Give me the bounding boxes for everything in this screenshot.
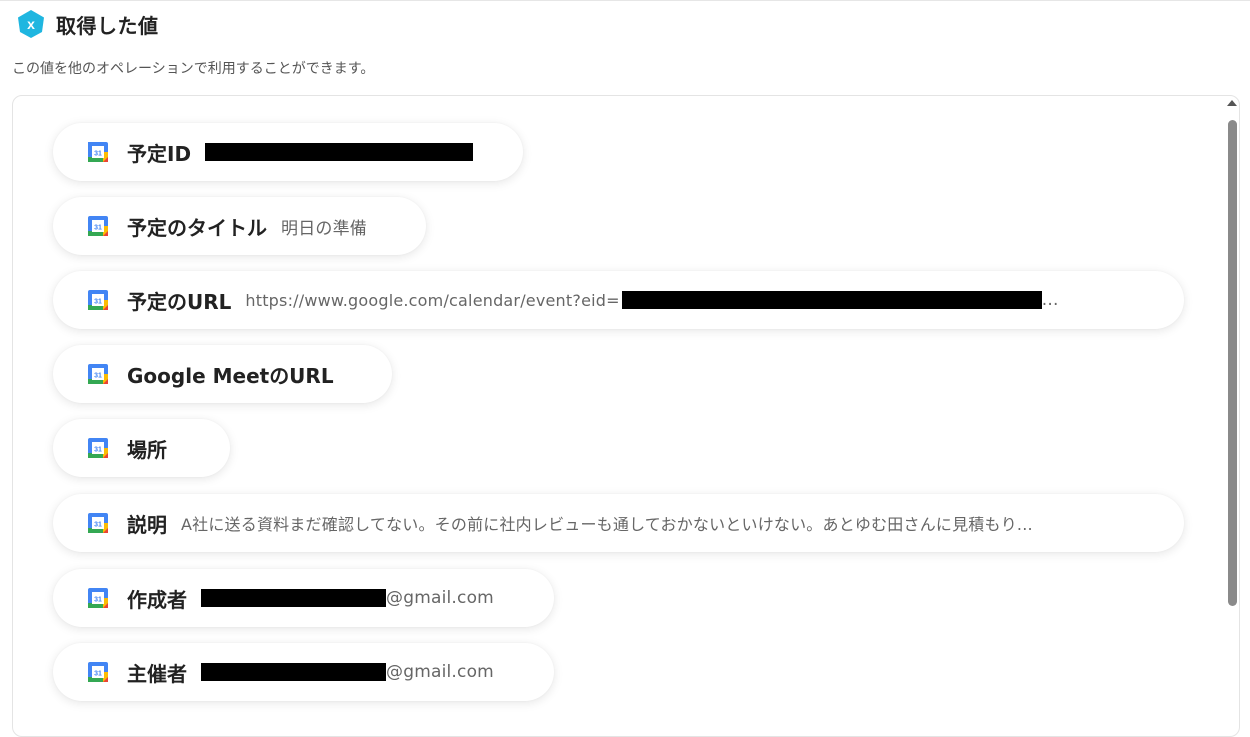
- redacted-value: [201, 589, 386, 607]
- svg-text:31: 31: [94, 671, 102, 678]
- google-calendar-icon: 31: [88, 662, 108, 682]
- section-header: x 取得した値: [16, 8, 159, 40]
- svg-text:31: 31: [94, 597, 102, 604]
- google-calendar-icon: 31: [88, 438, 108, 458]
- value-item-event-title[interactable]: 31 予定のタイトル 明日の準備: [53, 197, 426, 255]
- top-border: [0, 0, 1250, 1]
- item-label: 説明: [127, 512, 167, 537]
- value-item-event-id[interactable]: 31 予定ID: [53, 123, 523, 181]
- svg-text:31: 31: [94, 299, 102, 306]
- item-label: 場所: [127, 437, 167, 462]
- item-value: https://www.google.com/calendar/event?ei…: [245, 290, 1058, 310]
- item-value: @gmail.com: [201, 588, 494, 608]
- section-description: この値を他のオペレーションで利用することができます。: [12, 61, 375, 77]
- item-value: 明日の準備: [281, 218, 367, 239]
- section-title: 取得した値: [56, 13, 159, 38]
- svg-text:31: 31: [94, 522, 102, 529]
- value-item-description[interactable]: 31 説明 A社に送る資料まだ確認してない。その前に社内レビューも通しておかない…: [53, 494, 1184, 552]
- item-value: @gmail.com: [201, 662, 494, 682]
- google-calendar-icon: 31: [88, 513, 108, 533]
- url-prefix: https://www.google.com/calendar/event?ei…: [245, 290, 620, 310]
- redacted-value: [621, 291, 1042, 309]
- email-domain: @gmail.com: [386, 588, 494, 608]
- google-calendar-icon: 31: [88, 142, 108, 162]
- url-ellipsis: ...: [1041, 290, 1059, 310]
- scroll-up-arrow-icon[interactable]: [1227, 100, 1237, 106]
- redacted-value: [201, 663, 386, 681]
- yoom-logo-icon: x: [16, 9, 46, 39]
- value-item-organizer[interactable]: 31 主催者 @gmail.com: [53, 643, 554, 701]
- item-label: 予定ID: [127, 141, 192, 166]
- svg-text:31: 31: [94, 225, 102, 232]
- svg-text:31: 31: [94, 447, 102, 454]
- redacted-value: [205, 143, 474, 161]
- value-item-meet-url[interactable]: 31 Google MeetのURL: [53, 345, 392, 403]
- email-domain: @gmail.com: [386, 662, 494, 682]
- value-item-location[interactable]: 31 場所: [53, 419, 230, 477]
- item-label: 予定のURL: [127, 289, 232, 314]
- google-calendar-icon: 31: [88, 290, 108, 310]
- svg-text:x: x: [27, 16, 35, 32]
- google-calendar-icon: 31: [88, 364, 108, 384]
- svg-text:31: 31: [94, 151, 102, 158]
- google-calendar-icon: 31: [88, 588, 108, 608]
- scrollbar-thumb[interactable]: [1228, 120, 1237, 606]
- value-item-creator[interactable]: 31 作成者 @gmail.com: [53, 569, 554, 627]
- item-label: 予定のタイトル: [127, 215, 267, 240]
- item-label: 主催者: [127, 661, 187, 686]
- value-item-event-url[interactable]: 31 予定のURL https://www.google.com/calenda…: [53, 271, 1184, 329]
- values-panel[interactable]: 31 予定ID 31 予定のタイトル 明日の準備 31 予定のURL https…: [12, 95, 1240, 737]
- google-calendar-icon: 31: [88, 216, 108, 236]
- item-label: Google MeetのURL: [127, 363, 334, 388]
- item-value: A社に送る資料まだ確認してない。その前に社内レビューも通しておかないといけない。…: [181, 515, 1033, 534]
- item-label: 作成者: [127, 587, 187, 612]
- svg-text:31: 31: [94, 373, 102, 380]
